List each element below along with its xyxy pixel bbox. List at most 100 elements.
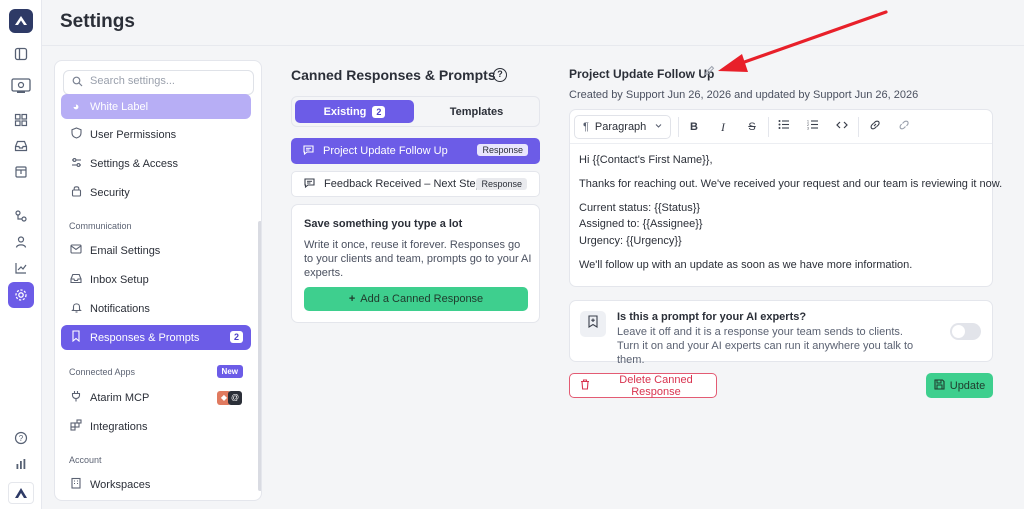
add-canned-response-button[interactable]: + Add a Canned Response — [304, 287, 528, 311]
reports-icon[interactable] — [11, 258, 31, 278]
sidebar-item-label: Integrations — [90, 420, 148, 433]
save-something-card: Save something you type a lot Write it o… — [291, 204, 540, 323]
sliders-icon — [69, 157, 83, 171]
svg-text:?: ? — [19, 434, 24, 443]
bullet-list-icon[interactable] — [776, 119, 792, 135]
tab-existing[interactable]: Existing 2 — [295, 100, 414, 123]
format-label: Paragraph — [594, 121, 647, 133]
bold-icon[interactable]: B — [686, 119, 702, 135]
building-icon — [69, 477, 83, 492]
sidebar-item-label: Email Settings — [90, 244, 161, 257]
help-icon[interactable]: ? — [493, 68, 507, 82]
message-icon — [303, 144, 317, 158]
italic-icon[interactable]: I — [715, 119, 731, 135]
help-icon[interactable]: ? — [11, 428, 31, 448]
sidebar-item-security[interactable]: Security — [61, 180, 251, 205]
link-icon[interactable] — [867, 119, 883, 135]
palette-icon: ◕ — [72, 100, 80, 113]
calendar-icon[interactable] — [11, 162, 31, 182]
sidebar-item-notifications[interactable]: Notifications — [61, 296, 251, 321]
tab-templates[interactable]: Templates — [416, 100, 537, 123]
button-label: Update — [949, 379, 986, 392]
count-badge: 2 — [229, 331, 243, 343]
analytics-icon[interactable] — [11, 454, 31, 474]
response-type-badge: Response — [476, 178, 527, 190]
page-title: Settings — [60, 11, 135, 32]
new-badge: New — [216, 365, 243, 378]
strikethrough-icon[interactable]: S — [744, 119, 760, 135]
unlink-icon[interactable] — [896, 119, 912, 135]
app-logo[interactable] — [9, 9, 33, 33]
chevron-down-icon — [654, 121, 663, 132]
toolbar-divider — [678, 117, 679, 137]
toggle-knob — [952, 325, 965, 338]
sidebar-item-email-settings[interactable]: Email Settings — [61, 238, 251, 263]
canned-title: Canned Responses & Prompts — [291, 67, 496, 83]
code-icon[interactable] — [834, 119, 850, 135]
ai-prompt-toggle[interactable] — [950, 323, 981, 340]
update-button[interactable]: Update — [926, 373, 993, 398]
response-title: Project Update Follow Up — [569, 67, 715, 81]
plus-icon: + — [348, 293, 356, 305]
card-description: Write it once, reuse it forever. Respons… — [304, 239, 532, 279]
editor-line: Urgency: {{Urgency}} — [579, 235, 682, 247]
sidebar-item-responses-prompts[interactable]: Responses & Prompts 2 — [61, 325, 251, 350]
response-type-badge: Response — [477, 144, 528, 156]
search-input[interactable] — [90, 75, 250, 87]
sidebar-item-label: Responses & Prompts — [90, 331, 200, 344]
sidebar-item-label: Settings & Access — [90, 157, 179, 170]
editor-line: Thanks for reaching out. We've received … — [579, 178, 1003, 190]
editor-line: Current status: {{Status}} — [579, 202, 701, 214]
search-icon — [72, 76, 83, 90]
response-meta: Created by Support Jun 26, 2026 and upda… — [569, 89, 919, 101]
brand-icon[interactable] — [8, 482, 34, 504]
puzzle-icon — [69, 419, 83, 434]
dashboard-icon[interactable] — [11, 110, 31, 130]
save-icon — [934, 378, 945, 393]
sidebar-item-label: Inbox Setup — [90, 273, 149, 286]
integrations-icon[interactable] — [11, 206, 31, 226]
prompt-toggle-title: Is this a prompt for your AI experts? — [617, 311, 807, 323]
format-select[interactable]: ¶ Paragraph — [574, 115, 671, 139]
section-label-connected-apps: Connected Apps — [69, 367, 136, 377]
bookmark-icon — [69, 330, 83, 345]
bookmark-plus-icon — [580, 311, 606, 337]
bell-icon — [69, 301, 83, 316]
inbox-icon[interactable] — [11, 136, 31, 156]
editor-line: We'll follow up with an update as soon a… — [579, 259, 913, 271]
tab-label: Templates — [449, 105, 504, 118]
paragraph-icon: ¶ — [583, 121, 589, 133]
sidebar-item-white-label[interactable]: ◕ White Label — [61, 94, 251, 119]
sidebar-scrollbar[interactable] — [258, 221, 261, 491]
sidebar-item-integrations[interactable]: Integrations — [61, 414, 251, 439]
numbered-list-icon[interactable]: 123 — [805, 119, 821, 135]
shield-icon — [69, 127, 83, 142]
sidebar-item-label: Security — [90, 186, 130, 199]
response-item[interactable]: Feedback Received – Next Steps Response — [291, 171, 540, 197]
toolbar-divider — [858, 117, 859, 137]
settings-search[interactable] — [63, 70, 254, 95]
sidebar-item-settings-access[interactable]: Settings & Access — [61, 151, 251, 176]
sidebar-item-label: Notifications — [90, 302, 150, 315]
svg-text:3: 3 — [807, 127, 809, 131]
sidebar-item-label: Workspaces — [90, 478, 151, 491]
projects-icon[interactable] — [7, 74, 35, 98]
message-icon — [304, 177, 318, 191]
settings-icon[interactable] — [8, 282, 34, 308]
rich-text-editor[interactable]: ¶ Paragraph B I S 123 Hi {{Contact's Fir… — [569, 109, 1002, 287]
pencil-icon[interactable] — [704, 65, 715, 79]
editor-line: Hi {{Contact's First Name}}, — [579, 154, 713, 166]
sidebar-item-label: User Permissions — [90, 128, 177, 141]
users-icon[interactable] — [11, 232, 31, 252]
editor-line: Assigned to: {{Assignee}} — [579, 218, 703, 230]
sidebar-item-inbox-setup[interactable]: Inbox Setup — [61, 267, 251, 292]
canned-tabs: Existing 2 Templates — [291, 96, 540, 127]
plug-icon — [69, 390, 83, 405]
response-label: Project Update Follow Up — [323, 145, 448, 157]
sidebar-item-user-permissions[interactable]: User Permissions — [61, 122, 251, 147]
section-label-communication: Communication — [69, 221, 132, 231]
sidebar-item-workspaces[interactable]: Workspaces — [61, 472, 251, 497]
response-item[interactable]: Project Update Follow Up Response — [291, 138, 540, 164]
sidebar-toggle-icon[interactable] — [11, 44, 31, 64]
delete-canned-response-button[interactable]: Delete Canned Response — [569, 373, 717, 398]
